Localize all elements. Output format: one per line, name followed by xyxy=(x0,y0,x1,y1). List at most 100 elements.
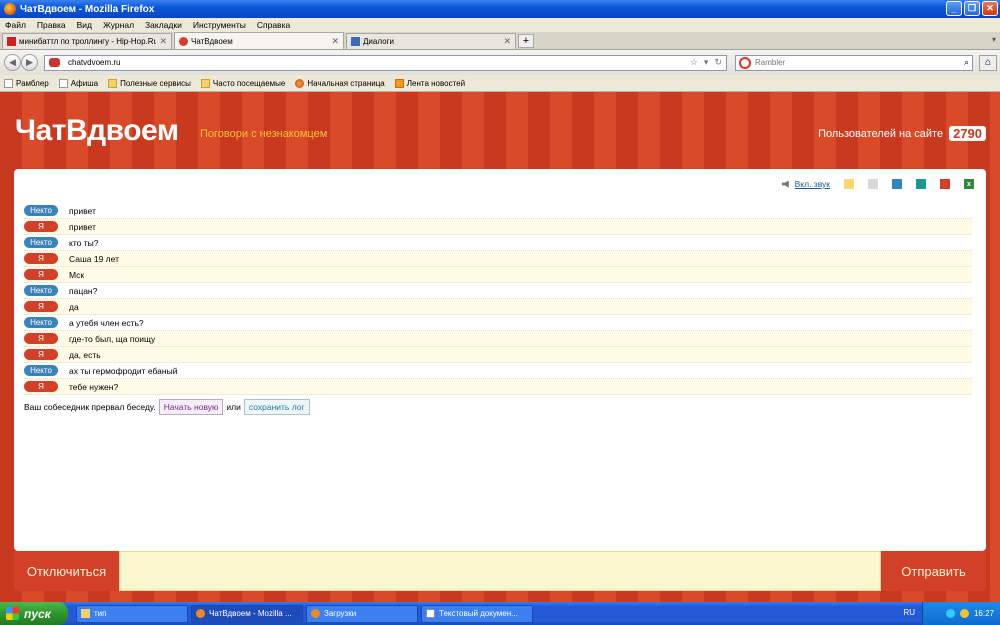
message-text: ах ты гермофродит ебаный xyxy=(69,365,178,376)
message-row: Некто ах ты гермофродит ебаный xyxy=(24,363,972,379)
bookmark-useful-services[interactable]: Полезные сервисы xyxy=(108,78,191,88)
menu-file[interactable]: Файл xyxy=(5,20,26,30)
bookmark-rambler[interactable]: Рамблер xyxy=(4,78,49,88)
firefox-icon xyxy=(4,3,16,15)
sender-badge-stranger: Некто xyxy=(24,285,58,296)
sender-badge-me: Я xyxy=(24,253,58,264)
send-button[interactable]: Отправить xyxy=(881,551,986,591)
home-button[interactable]: ⌂ xyxy=(979,54,997,71)
task-downloads[interactable]: Загрузки xyxy=(306,604,418,623)
back-button[interactable]: ◀ xyxy=(4,54,21,71)
bookmark-label: Полезные сервисы xyxy=(120,78,191,88)
menu-bar: Файл Правка Вид Журнал Закладки Инструме… xyxy=(0,18,1000,32)
new-chat-button[interactable]: Начать новую xyxy=(158,399,224,415)
page-icon xyxy=(58,78,68,88)
task-folder[interactable]: тип xyxy=(76,604,188,623)
task-label: Загрузки xyxy=(324,609,357,618)
bookmark-start-page[interactable]: Начальная страница xyxy=(295,78,385,88)
message-text: Мск xyxy=(69,269,85,280)
theme-swatch-teal[interactable] xyxy=(916,179,926,189)
message-row: Я Саша 19 лет xyxy=(24,251,972,267)
notepad-icon xyxy=(426,609,435,618)
save-log-button[interactable]: сохранить лог xyxy=(243,399,310,415)
speaker-icon xyxy=(781,180,789,188)
minimize-button[interactable]: _ xyxy=(946,1,962,16)
message-input[interactable] xyxy=(119,551,881,591)
navigation-bar: ◀ ▶ ☆ ▾ ↻ ⌕ ⌂ xyxy=(0,50,1000,75)
theme-swatch-gray[interactable] xyxy=(868,179,878,189)
site-identity-icon xyxy=(49,58,60,67)
chat-favicon-icon xyxy=(179,36,188,46)
sound-toggle[interactable]: Вкл. звук xyxy=(781,179,830,189)
firefox-icon xyxy=(311,609,320,618)
start-button[interactable]: пуск xyxy=(0,602,68,625)
bookmark-news-feed[interactable]: Лента новостей xyxy=(394,78,466,88)
search-engine-icon[interactable] xyxy=(739,56,751,69)
message-row: Яда xyxy=(24,299,972,315)
bookmark-star-icon[interactable]: ☆ xyxy=(690,57,698,68)
menu-edit[interactable]: Правка xyxy=(37,20,66,30)
sender-badge-stranger: Некто xyxy=(24,365,58,376)
menu-bookmarks[interactable]: Закладки xyxy=(145,20,182,30)
bookmark-label: Лента новостей xyxy=(406,78,466,88)
dropdown-icon[interactable]: ▾ xyxy=(704,57,709,68)
close-button[interactable]: ✕ xyxy=(982,1,998,16)
theme-swatch-yellow[interactable] xyxy=(844,179,854,189)
sender-badge-me: Я xyxy=(24,301,58,312)
task-text-document[interactable]: Текстовый докумен... xyxy=(421,604,533,623)
bookmark-label: Часто посещаемые xyxy=(212,78,286,88)
tab-dialogs[interactable]: Диалоги ✕ xyxy=(346,33,516,49)
maximize-button[interactable]: ❐ xyxy=(964,1,980,16)
search-input[interactable] xyxy=(755,58,935,67)
url-bar[interactable]: ☆ ▾ ↻ xyxy=(44,54,727,71)
tab-list-icon[interactable]: ▾ xyxy=(992,35,996,44)
reload-icon[interactable]: ↻ xyxy=(714,57,722,68)
disconnect-button[interactable]: Отключиться xyxy=(14,551,119,591)
language-indicator[interactable]: RU xyxy=(903,608,915,617)
new-tab-button[interactable]: + xyxy=(518,34,534,48)
task-firefox[interactable]: ЧатВдвоем - Mozilla ... xyxy=(191,604,303,623)
menu-history[interactable]: Журнал xyxy=(103,20,134,30)
tab-close-icon[interactable]: ✕ xyxy=(503,36,511,47)
forward-button[interactable]: ▶ xyxy=(21,54,38,71)
tab-hiphop[interactable]: минибаттл по троллингу - Hip-Hop.Ru ✕ xyxy=(2,33,172,49)
theme-swatch-red[interactable] xyxy=(940,179,950,189)
hiphop-favicon-icon xyxy=(7,37,16,46)
tab-chatvdvoem[interactable]: ЧатВдвоем ✕ xyxy=(174,32,344,49)
bookmark-afisha[interactable]: Афиша xyxy=(58,78,98,88)
shield-icon[interactable] xyxy=(959,609,969,618)
chat-panel: Вкл. звук x Некто привет Япривет Некто кто т… xyxy=(14,169,986,551)
excel-export-icon[interactable]: x xyxy=(964,179,974,189)
tab-close-icon[interactable]: ✕ xyxy=(159,36,167,47)
tab-label: ЧатВдвоем xyxy=(191,36,233,46)
taskbar: пуск тип ЧатВдвоем - Mozilla ... Загрузк… xyxy=(0,602,1000,625)
bookmark-most-visited[interactable]: Часто посещаемые xyxy=(200,78,286,88)
network-icon[interactable] xyxy=(945,609,955,618)
message-row: Яда, есть xyxy=(24,347,972,363)
bookmark-label: Начальная страница xyxy=(307,78,385,88)
users-online: Пользователей на сайте 2790 xyxy=(818,126,986,141)
menu-tools[interactable]: Инструменты xyxy=(193,20,246,30)
search-icon[interactable]: ⌕ xyxy=(964,57,969,68)
tab-close-icon[interactable]: ✕ xyxy=(331,36,339,47)
message-text: Саша 19 лет xyxy=(69,253,119,264)
message-text: где-то был, ща поищу xyxy=(69,333,156,344)
menu-help[interactable]: Справка xyxy=(257,20,290,30)
chat-ended-text: Ваш собеседник прервал беседу. xyxy=(24,402,156,412)
message-list: Некто привет Япривет Некто кто ты? Я Саша 19 л… xyxy=(24,203,972,395)
users-online-label: Пользователей на сайте xyxy=(818,127,944,140)
theme-swatch-blue[interactable] xyxy=(892,179,902,189)
sender-badge-me: Я xyxy=(24,269,58,280)
site-tagline: Поговори с незнакомцем xyxy=(200,128,328,140)
message-row: Некто кто ты? xyxy=(24,235,972,251)
menu-view[interactable]: Вид xyxy=(77,20,92,30)
system-tray: 16:27 xyxy=(922,602,1000,625)
message-row: Ятебе нужен? xyxy=(24,379,972,395)
site-logo[interactable]: ЧатВдвоем xyxy=(15,114,179,148)
message-row: Некто пацан? xyxy=(24,283,972,299)
url-input[interactable] xyxy=(68,58,668,67)
chat-ended-line: Ваш собеседник прервал беседу. Начать но… xyxy=(24,399,310,415)
sender-badge-me: Я xyxy=(24,221,58,232)
search-bar[interactable]: ⌕ xyxy=(735,54,973,71)
start-label: пуск xyxy=(24,606,51,621)
